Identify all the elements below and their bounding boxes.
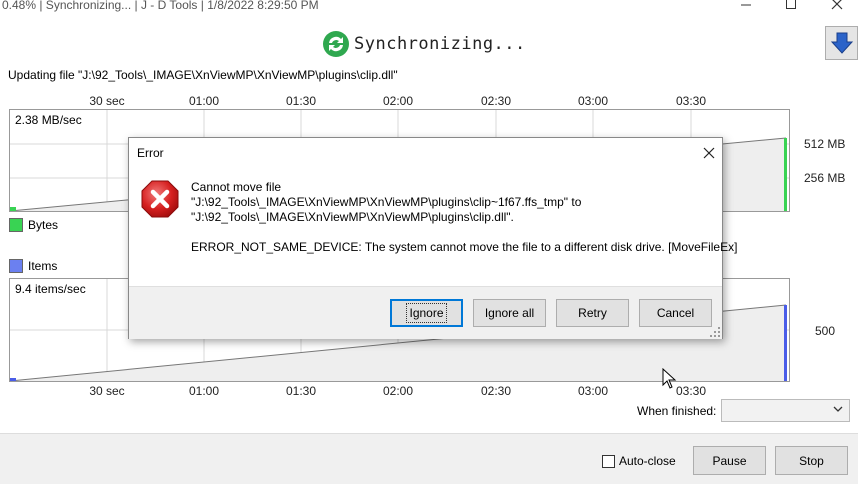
pause-button[interactable]: Pause: [693, 446, 766, 475]
current-file-text: Updating file "J:\92_Tools\_IMAGE\XnView…: [8, 68, 398, 82]
resize-grip-icon[interactable]: [710, 327, 720, 337]
time-tick: 03:00: [577, 94, 609, 108]
status-header: Synchronizing...: [322, 30, 526, 58]
time-tick: 02:30: [480, 94, 512, 108]
bytes-label-256: 256 MB: [804, 171, 846, 185]
arrow-down-icon: [830, 32, 853, 54]
bottom-bar: Auto-close Pause Stop: [0, 433, 858, 484]
time-tick: 03:30: [675, 384, 707, 398]
time-tick: 01:00: [188, 384, 220, 398]
ignore-button[interactable]: Ignore: [390, 299, 463, 327]
sync-arrows-icon: [323, 31, 349, 57]
items-label-500: 500: [815, 324, 836, 338]
mouse-cursor-icon: [662, 368, 677, 389]
message-line: "J:\92_Tools\_IMAGE\XnViewMP\XnViewMP\pl…: [191, 210, 514, 224]
cancel-button[interactable]: Cancel: [639, 299, 712, 327]
maximize-icon[interactable]: [776, 0, 806, 13]
close-icon[interactable]: [822, 0, 852, 13]
status-title: Synchronizing...: [354, 34, 526, 54]
auto-close-label: Auto-close: [619, 454, 676, 468]
checkbox-box[interactable]: [602, 454, 615, 468]
retry-button[interactable]: Retry: [556, 299, 629, 327]
auto-close-checkbox[interactable]: Auto-close: [602, 454, 676, 468]
dialog-title: Error: [137, 146, 164, 160]
stop-button[interactable]: Stop: [775, 446, 848, 475]
time-tick: 30 sec: [89, 94, 125, 108]
ignore-button-label: Ignore: [406, 303, 447, 323]
bytes-rate: 2.38 MB/sec: [14, 113, 83, 127]
time-tick: 03:00: [577, 384, 609, 398]
message-line: "J:\92_Tools\_IMAGE\XnViewMP\XnViewMP\pl…: [191, 195, 582, 209]
time-tick: 30 sec: [89, 384, 125, 398]
bytes-legend: Bytes: [9, 218, 58, 232]
time-axis-top: 30 sec 01:00 01:30 02:00 02:30 03:00 03:…: [0, 94, 800, 108]
window-title: 0.48% | Synchronizing... | J - D Tools |…: [2, 0, 319, 12]
items-legend-label: Items: [28, 259, 58, 273]
items-rate: 9.4 items/sec: [14, 282, 87, 296]
dialog-footer: Ignore Ignore all Retry Cancel: [129, 286, 722, 339]
title-bar: 0.48% | Synchronizing... | J - D Tools |…: [0, 0, 858, 14]
bytes-color-swatch: [9, 218, 23, 232]
bytes-label-512: 512 MB: [804, 137, 846, 151]
time-tick: 01:30: [285, 94, 317, 108]
dialog-close-icon[interactable]: [699, 143, 719, 163]
items-color-swatch: [9, 259, 23, 273]
dialog-message: Cannot move file "J:\92_Tools\_IMAGE\XnV…: [191, 180, 581, 225]
when-finished-label: When finished:: [637, 404, 717, 418]
time-axis-bottom: 30 sec 01:00 01:30 02:00 02:30 03:00 03:…: [0, 384, 800, 398]
download-button[interactable]: [825, 26, 858, 60]
error-x-icon: [141, 180, 179, 218]
error-detail: ERROR_NOT_SAME_DEVICE: The system cannot…: [191, 240, 738, 254]
chevron-down-icon: [833, 406, 843, 412]
message-line: Cannot move file: [191, 180, 282, 194]
minimize-icon[interactable]: [731, 0, 761, 13]
time-tick: 01:00: [188, 94, 220, 108]
time-tick: 03:30: [675, 94, 707, 108]
when-finished-select[interactable]: [721, 399, 850, 422]
bytes-legend-label: Bytes: [28, 218, 59, 232]
items-legend: Items: [9, 259, 57, 273]
time-tick: 01:30: [285, 384, 317, 398]
time-tick: 02:00: [382, 384, 414, 398]
error-dialog: Error Cannot move file "J:\92_Tools\_IMA…: [128, 137, 737, 339]
ignore-all-button[interactable]: Ignore all: [473, 299, 546, 327]
time-tick: 02:30: [480, 384, 512, 398]
time-tick: 02:00: [382, 94, 414, 108]
